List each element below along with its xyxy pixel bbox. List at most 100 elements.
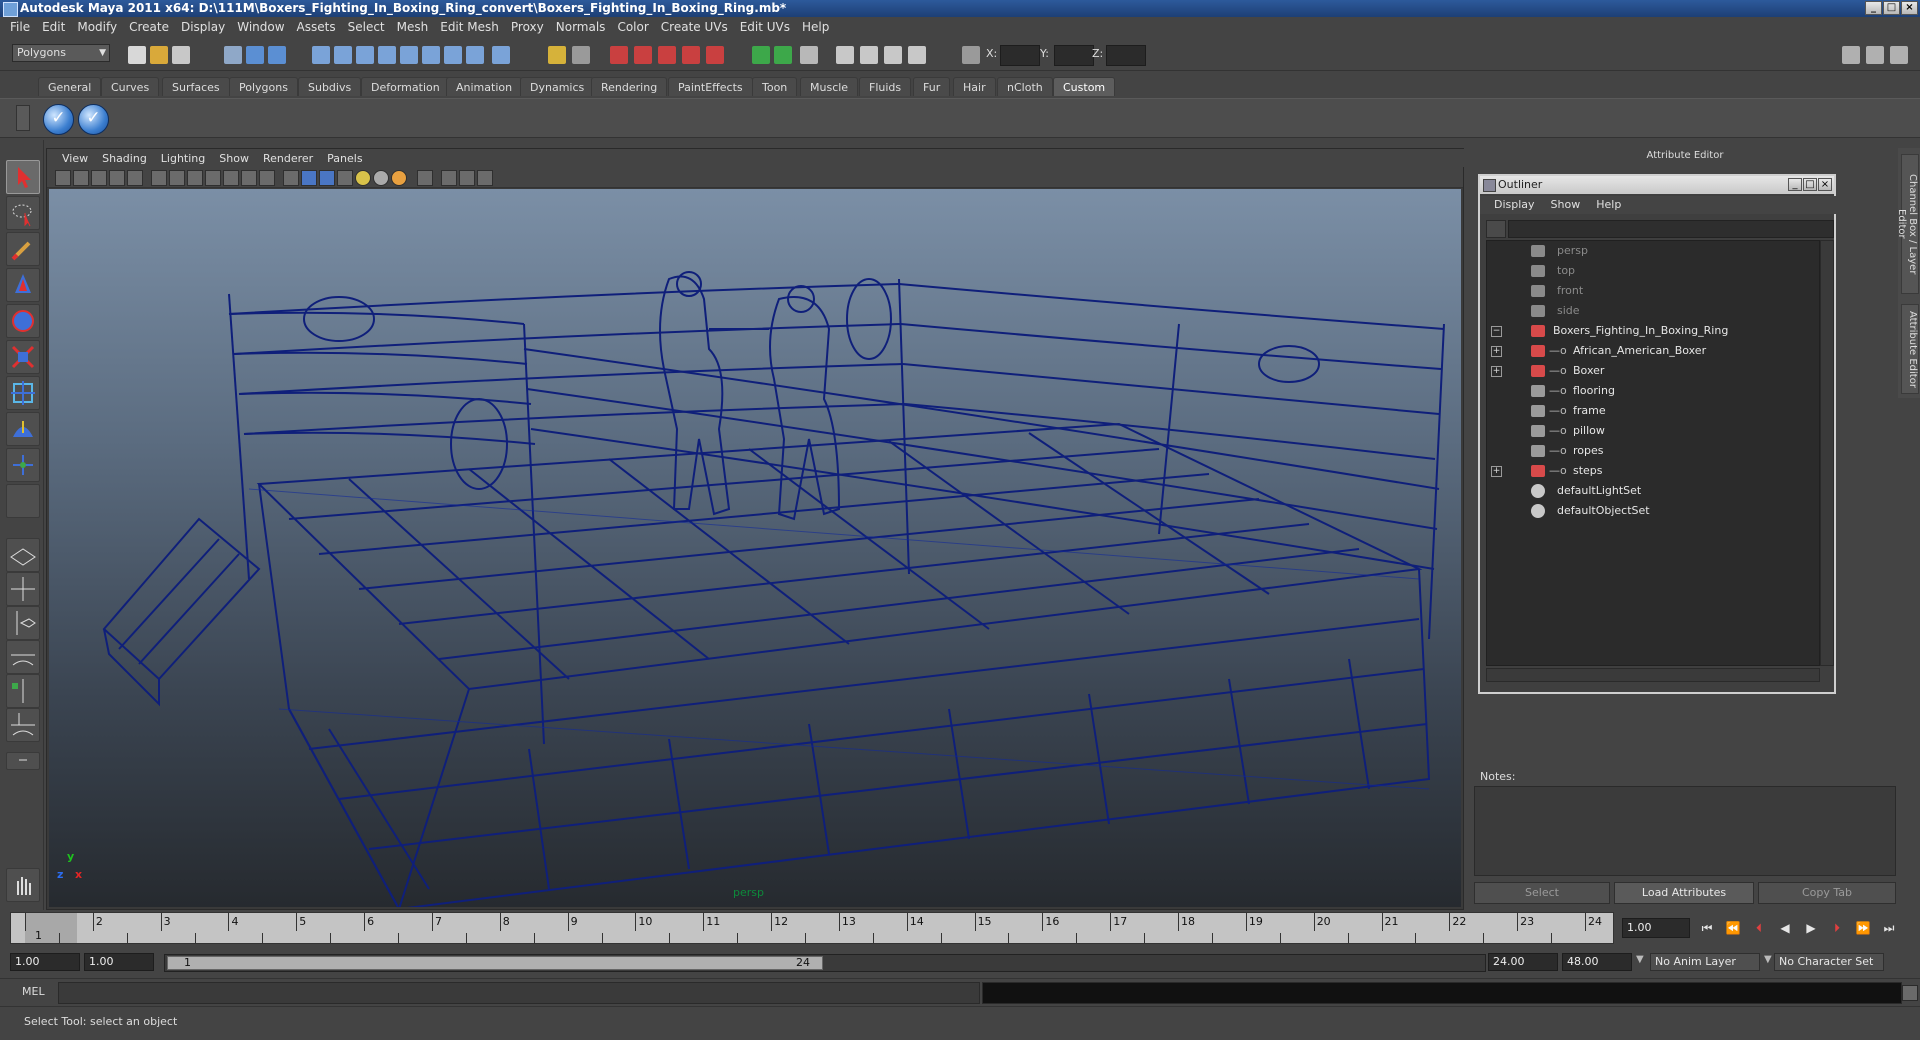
select-tool-icon[interactable] (6, 160, 40, 194)
shelf-tab-muscle[interactable]: Muscle (800, 77, 859, 96)
hud-icon[interactable] (477, 170, 493, 186)
expand-icon[interactable]: + (1491, 366, 1502, 377)
snap-to-point-icon[interactable] (658, 46, 676, 64)
step-forward-frame-icon[interactable]: ⏩ (1854, 920, 1872, 936)
help-question-icon[interactable] (492, 46, 510, 64)
shelf-tab-toon[interactable]: Toon (752, 77, 798, 96)
field-chart-icon[interactable] (223, 170, 239, 186)
lasso-tool-icon[interactable] (6, 196, 40, 230)
snap-to-curve-icon[interactable] (634, 46, 652, 64)
step-back-key-icon[interactable]: ⏴ (1750, 920, 1768, 936)
single-perspective-layout-icon[interactable] (6, 538, 40, 572)
paint-select-tool-icon[interactable] (6, 232, 40, 266)
range-bar[interactable]: 1 24 (164, 954, 1486, 972)
tab-attribute-editor[interactable]: Attribute Editor (1901, 304, 1919, 394)
outliner-menu-display[interactable]: Display (1486, 196, 1543, 214)
panel-menu-shading[interactable]: Shading (95, 152, 154, 165)
smooth-shade-icon[interactable] (301, 170, 317, 186)
list-item[interactable]: —o ropes (1491, 441, 1811, 461)
list-item[interactable]: + —o African_American_Boxer (1491, 341, 1811, 361)
collapse-icon[interactable]: − (1491, 326, 1502, 337)
panel-menu-lighting[interactable]: Lighting (154, 152, 212, 165)
menu-assets[interactable]: Assets (291, 17, 342, 37)
select-misc-icon[interactable] (466, 46, 484, 64)
shelf-tab-curves[interactable]: Curves (101, 77, 160, 96)
shelf-tab-dynamics[interactable]: Dynamics (520, 77, 595, 96)
four-view-layout-icon[interactable] (6, 572, 40, 606)
shelf-tab-deformation[interactable]: Deformation (361, 77, 450, 96)
shelf-tab-polygons[interactable]: Polygons (229, 77, 298, 96)
shelf-checkmark-icon-2[interactable]: ✓ (78, 104, 109, 135)
two-d-pan-zoom-icon[interactable] (127, 170, 143, 186)
outliner-close-button[interactable]: × (1818, 178, 1832, 191)
menu-display[interactable]: Display (175, 17, 231, 37)
select-rendering-icon[interactable] (444, 46, 462, 64)
select-by-component-icon[interactable] (268, 46, 286, 64)
menu-create-uvs[interactable]: Create UVs (655, 17, 734, 37)
universal-manipulator-icon[interactable] (6, 376, 40, 410)
expand-icon[interactable]: + (1491, 466, 1502, 477)
menu-color[interactable]: Color (611, 17, 654, 37)
safe-title-icon[interactable] (259, 170, 275, 186)
panel-menu-renderer[interactable]: Renderer (256, 152, 320, 165)
animation-start-field[interactable]: 1.00 (10, 953, 80, 971)
menu-create[interactable]: Create (123, 17, 175, 37)
bookmarks-icon[interactable] (91, 170, 107, 186)
character-set-chevron-icon[interactable]: ▼ (1764, 954, 1772, 965)
shelf-menu-icon[interactable] (16, 105, 30, 131)
step-back-frame-icon[interactable]: ⏪ (1724, 920, 1742, 936)
isolate-select-icon[interactable] (417, 170, 433, 186)
mel-label[interactable]: MEL (22, 985, 45, 998)
safe-action-icon[interactable] (241, 170, 257, 186)
menu-edit[interactable]: Edit (36, 17, 71, 37)
maximize-button[interactable]: □ (1883, 1, 1900, 15)
anim-layer-chevron-icon[interactable]: ▼ (1636, 954, 1644, 965)
textured-icon[interactable] (337, 170, 353, 186)
select-deformations-icon[interactable] (400, 46, 418, 64)
command-input[interactable] (58, 982, 980, 1004)
shelf-tab-surfaces[interactable]: Surfaces (162, 77, 230, 96)
shadows-icon[interactable] (391, 170, 407, 186)
highlight-selection-icon[interactable] (572, 46, 590, 64)
xray-joints-icon[interactable] (459, 170, 475, 186)
make-live-icon[interactable] (706, 46, 724, 64)
persp-graph-layout-icon[interactable] (6, 640, 40, 674)
select-by-hierarchy-icon[interactable] (224, 46, 242, 64)
expand-icon[interactable]: + (1491, 346, 1502, 357)
input-ops-icon[interactable] (752, 46, 770, 64)
y-field[interactable] (1054, 45, 1094, 66)
construction-history-icon[interactable] (800, 46, 818, 64)
select-surfaces-icon[interactable] (378, 46, 396, 64)
list-item[interactable]: —o frame (1491, 401, 1811, 421)
playback-end-field[interactable]: 24.00 (1488, 953, 1558, 971)
menu-proxy[interactable]: Proxy (505, 17, 550, 37)
move-tool-icon[interactable] (6, 268, 40, 302)
select-button[interactable]: Select (1474, 882, 1610, 904)
time-slider[interactable]: 1 2 3 4 5 6 7 8 9 10 11 12 13 14 15 16 17 18 19 20 21 22 23 24 (10, 912, 1614, 944)
shelf-tab-fluids[interactable]: Fluids (859, 77, 912, 96)
soft-modification-tool-icon[interactable] (6, 412, 40, 446)
gate-mask-icon[interactable] (205, 170, 221, 186)
menu-modify[interactable]: Modify (71, 17, 123, 37)
persp-graph-outliner-layout-icon[interactable] (6, 708, 40, 742)
list-item[interactable]: —o flooring (1491, 381, 1811, 401)
step-forward-key-icon[interactable]: ⏵ (1828, 920, 1846, 936)
menu-select[interactable]: Select (342, 17, 391, 37)
notes-textarea[interactable] (1474, 786, 1896, 876)
3d-viewport[interactable]: y z x persp (49, 189, 1461, 907)
playback-start-field[interactable]: 1.00 (84, 953, 154, 971)
menu-mesh[interactable]: Mesh (391, 17, 435, 37)
list-item[interactable]: + —o steps (1491, 461, 1811, 481)
anim-layer-dropdown[interactable]: No Anim Layer (1650, 953, 1760, 971)
shelf-tab-ncloth[interactable]: nCloth (997, 77, 1053, 96)
all-lights-icon[interactable] (373, 170, 389, 186)
hypershade-persp-layout-icon[interactable] (6, 674, 40, 708)
panel-menu-show[interactable]: Show (212, 152, 256, 165)
show-attribute-editor-icon[interactable] (1842, 46, 1860, 64)
shelf-tab-fur[interactable]: Fur (913, 77, 951, 96)
go-to-start-icon[interactable]: ⏮ (1698, 920, 1716, 936)
menu-window[interactable]: Window (231, 17, 290, 37)
play-backwards-icon[interactable]: ◀ (1776, 920, 1794, 936)
go-to-end-icon[interactable]: ⏭ (1880, 920, 1898, 936)
shelf-tab-subdivs[interactable]: Subdivs (298, 77, 362, 96)
